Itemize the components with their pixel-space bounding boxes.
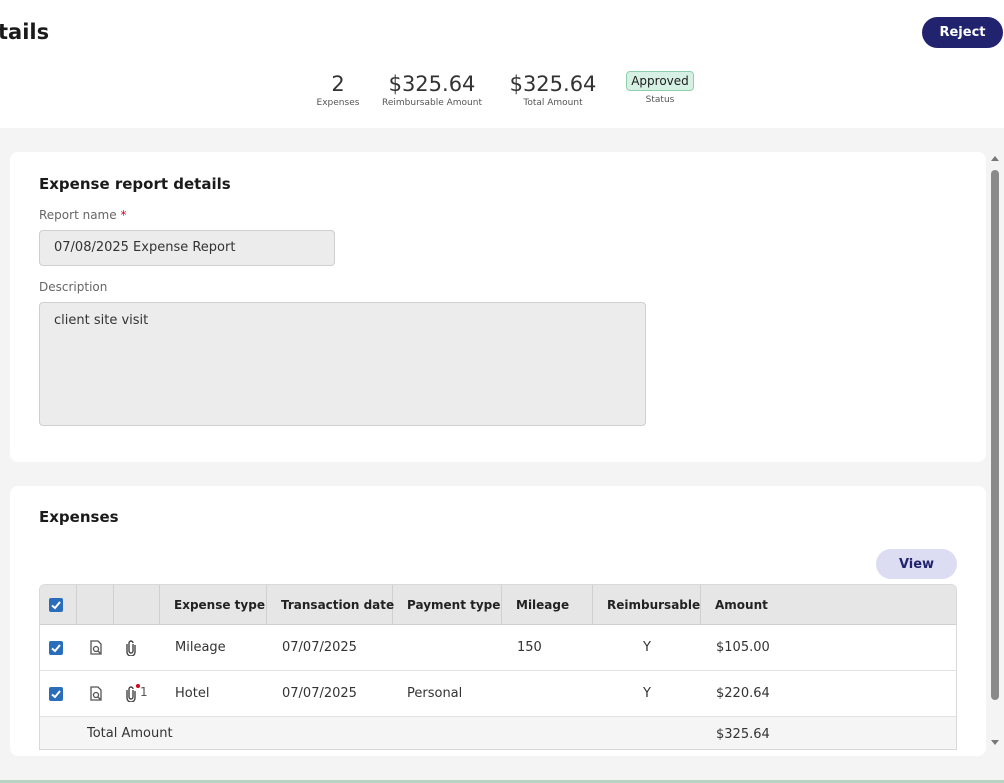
attachment-count: 1: [140, 685, 148, 699]
stat-status: Approved Status: [620, 70, 700, 105]
stat-expenses: 2 Expenses: [313, 70, 363, 108]
view-button[interactable]: View: [876, 549, 957, 579]
cell-reimbursable: Y: [643, 640, 651, 655]
report-name-label-text: Report name: [39, 208, 117, 222]
total-amount: $325.64: [509, 72, 597, 96]
paperclip-icon[interactable]: [126, 640, 136, 656]
paperclip-icon[interactable]: [126, 686, 136, 702]
reimbursable-amount: $325.64: [388, 72, 476, 96]
cell-expense-type: Hotel: [175, 686, 210, 701]
total-value: $325.64: [716, 727, 770, 742]
scroll-up-icon[interactable]: [991, 155, 999, 163]
details-title: Expense report details: [39, 175, 231, 193]
report-name-label: Report name *: [39, 208, 126, 222]
header-transaction-date[interactable]: Transaction date: [267, 585, 394, 625]
status-badge: Approved: [626, 71, 694, 91]
header-reimbursable[interactable]: Reimbursable: [593, 585, 701, 625]
description-field[interactable]: client site visit: [39, 302, 646, 426]
expenses-count: 2: [331, 72, 345, 96]
cell-mileage: 150: [517, 640, 542, 655]
total-label: Total Amount: [87, 726, 173, 741]
status-label: Status: [645, 95, 675, 105]
checkmark-icon: [51, 690, 61, 699]
header-payment-type[interactable]: Payment type: [393, 585, 502, 625]
checkmark-icon: [51, 601, 61, 610]
page-title: tails: [0, 20, 50, 44]
cell-expense-type: Mileage: [175, 640, 226, 655]
magnifier-receipt-icon[interactable]: [89, 686, 103, 702]
cell-amount: $220.64: [716, 686, 770, 701]
header-amount[interactable]: Amount: [701, 585, 956, 625]
expenses-table: Expense type Transaction date Payment ty…: [39, 584, 957, 750]
report-header: tails Reject 2 Expenses $325.64 Reimburs…: [0, 0, 1004, 128]
required-marker: *: [120, 208, 127, 222]
checkmark-icon: [51, 644, 61, 653]
stat-reimbursable: $325.64 Reimbursable Amount: [382, 70, 482, 108]
table-row: Mileage 07/07/2025 150 Y $105.00: [40, 625, 956, 671]
scroll-down-icon[interactable]: [991, 738, 999, 746]
reimbursable-label: Reimbursable Amount: [382, 98, 482, 108]
total-label: Total Amount: [523, 98, 583, 108]
select-all-checkbox[interactable]: [49, 598, 63, 612]
table-row: 1 Hotel 07/07/2025 Personal Y $220.64: [40, 671, 956, 717]
scroll-thumb[interactable]: [991, 170, 999, 700]
reject-button[interactable]: Reject: [922, 17, 1003, 48]
details-card: Expense report details Report name * 07/…: [10, 152, 986, 462]
cell-reimbursable: Y: [643, 686, 651, 701]
cell-amount: $105.00: [716, 640, 770, 655]
header-expense-type[interactable]: Expense type: [160, 585, 267, 625]
expenses-title: Expenses: [39, 508, 119, 526]
cell-transaction-date: 07/07/2025: [282, 686, 357, 701]
report-name-field[interactable]: 07/08/2025 Expense Report: [39, 230, 335, 266]
vertical-scrollbar[interactable]: [988, 152, 1002, 750]
select-all-cell: [40, 585, 77, 625]
row-checkbox[interactable]: [49, 687, 63, 701]
cell-transaction-date: 07/07/2025: [282, 640, 357, 655]
description-label: Description: [39, 280, 108, 294]
stat-total: $325.64 Total Amount: [507, 70, 599, 108]
total-row: Total Amount $325.64: [40, 717, 956, 749]
table-header: Expense type Transaction date Payment ty…: [40, 585, 956, 625]
row-checkbox[interactable]: [49, 641, 63, 655]
expenses-label: Expenses: [316, 98, 360, 108]
magnifier-receipt-icon[interactable]: [89, 640, 103, 656]
header-attachment-col: [114, 585, 160, 625]
cell-payment-type: Personal: [407, 686, 463, 701]
header-preview-col: [77, 585, 114, 625]
header-mileage[interactable]: Mileage: [502, 585, 593, 625]
